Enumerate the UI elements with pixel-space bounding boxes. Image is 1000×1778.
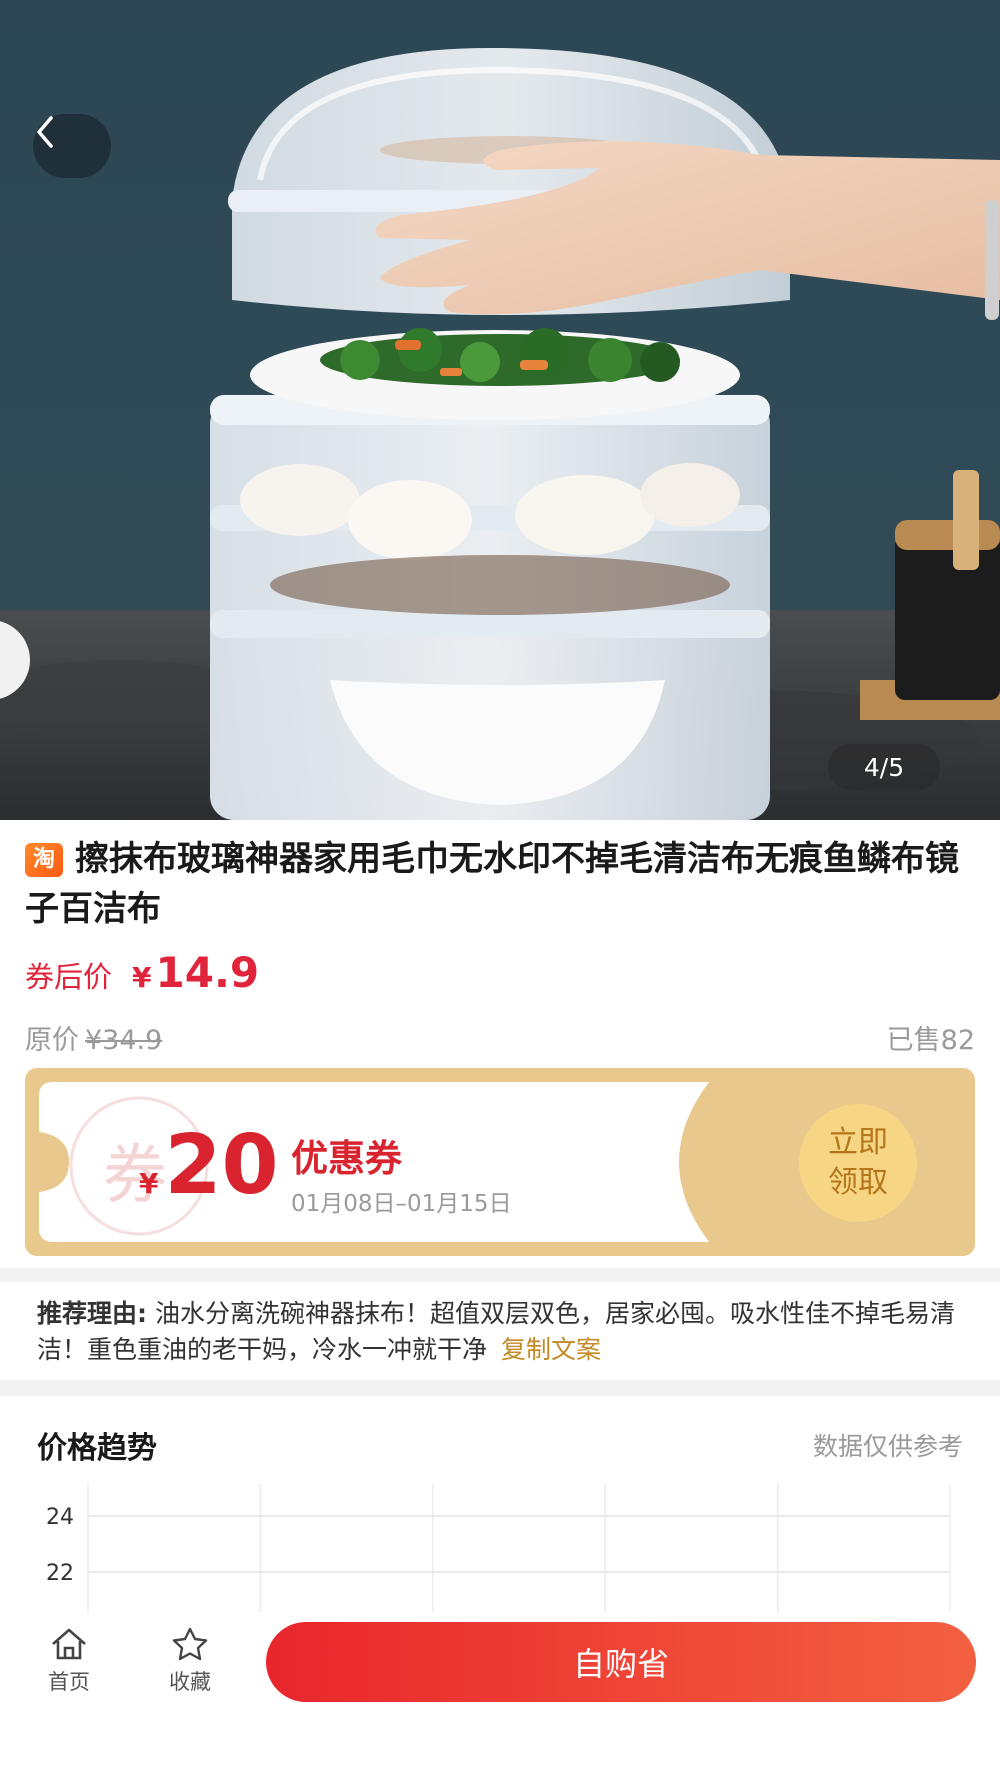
- chart-y-tick-label: 22: [46, 1561, 74, 1586]
- section-divider: [0, 1268, 1000, 1282]
- sold-count: 已售82: [886, 1025, 975, 1056]
- product-title-row: 淘擦抹布玻璃神器家用毛巾无水印不掉毛清洁布无痕鱼鳞布镜子百洁布: [25, 834, 975, 934]
- product-photo: [0, 47, 1000, 820]
- chevron-left-icon: [37, 116, 53, 148]
- star-icon: [172, 1627, 208, 1661]
- copy-text-link[interactable]: 复制文案: [501, 1335, 601, 1364]
- recommend-reason: 推荐理由: 油水分离洗碗神器抹布！超值双层双色，居家必囤。吸水性佳不掉毛易清洁！…: [37, 1296, 967, 1368]
- coupon-price-row: 券后价 ¥ 14.9: [25, 948, 259, 998]
- original-price-label: 原价: [25, 1025, 79, 1056]
- coupon-price: 14.9: [155, 948, 260, 997]
- claim-button-line2: 领取: [828, 1165, 888, 1200]
- product-title: 擦抹布玻璃神器家用毛巾无水印不掉毛清洁布无痕鱼鳞布镜子百洁布: [25, 839, 959, 929]
- currency-symbol: ¥: [132, 961, 152, 994]
- price-trend-header: 价格趋势 数据仅供参考: [37, 1420, 963, 1470]
- coupon-value: 20: [164, 1118, 279, 1213]
- back-button[interactable]: [33, 114, 111, 178]
- nav-favorite[interactable]: 收藏: [150, 1626, 230, 1696]
- coupon-amount: ¥ 20: [139, 1118, 279, 1213]
- price-trend-chart: 24 22: [46, 1484, 951, 1612]
- image-counter: 4/5: [828, 744, 940, 790]
- coupon-currency: ¥: [139, 1167, 159, 1200]
- nav-home-label: 首页: [48, 1670, 90, 1694]
- claim-coupon-button[interactable]: 立即 领取: [799, 1104, 917, 1222]
- nav-favorite-label: 收藏: [169, 1670, 211, 1694]
- nav-home[interactable]: 首页: [29, 1626, 109, 1696]
- price-trend-note: 数据仅供参考: [812, 1432, 963, 1461]
- section-divider: [0, 1380, 1000, 1396]
- chart-y-tick-label: 24: [46, 1505, 74, 1530]
- recommend-text: 油水分离洗碗神器抹布！超值双层双色，居家必囤。吸水性佳不掉毛易清洁！重色重油的老…: [37, 1299, 955, 1364]
- home-icon: [52, 1628, 86, 1660]
- original-price-row: 原价 ¥34.9 已售82: [25, 1018, 975, 1058]
- coupon-card[interactable]: 券 ¥ 20 优惠券 01月08日–01月15日 立即 领取: [25, 1068, 975, 1256]
- coupon-price-label: 券后价: [25, 960, 113, 994]
- claim-button-line1: 立即: [828, 1125, 888, 1160]
- self-purchase-button[interactable]: 自购省: [266, 1622, 976, 1702]
- original-price-group: 原价 ¥34.9: [25, 1018, 162, 1058]
- taobao-badge: 淘: [25, 843, 63, 877]
- original-price: ¥34.9: [85, 1025, 163, 1056]
- recommend-label: 推荐理由:: [37, 1299, 147, 1328]
- coupon-title: 优惠券: [291, 1137, 402, 1180]
- price-trend-title: 价格趋势: [37, 1431, 157, 1466]
- bottom-action-bar: 首页 收藏 自购省: [0, 1612, 1000, 1778]
- product-image-carousel[interactable]: 4/5: [0, 0, 1000, 820]
- chart-plot-area: [88, 1484, 950, 1612]
- coupon-validity: 01月08日–01月15日: [291, 1191, 512, 1217]
